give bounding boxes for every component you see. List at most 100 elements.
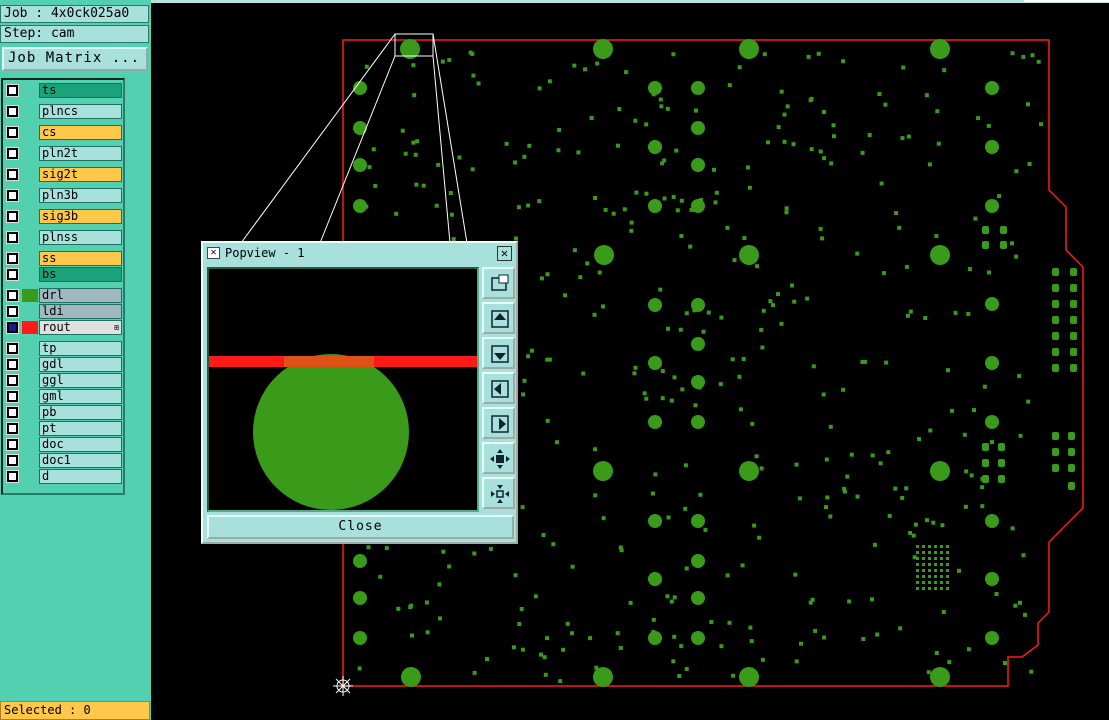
layer-menu-icon[interactable]: ⊞ (114, 323, 119, 332)
via (504, 141, 509, 146)
layer-name-gdl[interactable]: gdl (39, 357, 122, 372)
layer-row-sig3b[interactable]: sig3b (3, 209, 123, 224)
bga-via (928, 575, 931, 578)
layer-checkbox[interactable] (6, 374, 19, 387)
layer-name-tp[interactable]: tp (39, 341, 122, 356)
via (792, 299, 797, 304)
layer-name-pb[interactable]: pb (39, 405, 122, 420)
layer-checkbox[interactable] (6, 84, 19, 97)
layer-checkbox[interactable] (6, 454, 19, 467)
via (1030, 53, 1035, 58)
layer-checkbox[interactable] (6, 105, 19, 118)
layer-checkbox[interactable] (6, 252, 19, 265)
layer-name-drl[interactable]: drl (39, 288, 122, 303)
layer-name-cs[interactable]: cs (39, 125, 122, 140)
layer-checkbox[interactable] (6, 406, 19, 419)
close-icon[interactable]: ✕ (497, 246, 512, 261)
layer-row-drl[interactable]: drl (3, 288, 123, 303)
layer-checkbox[interactable] (6, 305, 19, 318)
layer-row-gdl[interactable]: gdl (3, 357, 123, 372)
layer-row-rout[interactable]: rout ⊞ (3, 320, 123, 335)
via (542, 655, 547, 660)
popview-canvas (209, 354, 477, 510)
layer-row-bs[interactable]: bs (3, 267, 123, 282)
layer-name-pt[interactable]: pt (39, 421, 122, 436)
layer-checkbox[interactable] (6, 358, 19, 371)
via (750, 421, 755, 426)
via (526, 354, 531, 359)
pan-down-button[interactable] (482, 337, 515, 369)
zoom-in-button[interactable] (482, 442, 515, 474)
layer-checkbox[interactable] (6, 168, 19, 181)
layer-checkbox[interactable] (6, 321, 19, 334)
popview-titlebar[interactable]: ✕ Popview - 1 ✕ (205, 245, 514, 262)
via (794, 659, 799, 664)
layer-row-ts[interactable]: ts (3, 83, 123, 98)
pan-left-button[interactable] (482, 372, 515, 404)
layer-row-gml[interactable]: gml (3, 389, 123, 404)
layer-row-plncs[interactable]: plncs (3, 104, 123, 119)
layer-row-pt[interactable]: pt (3, 421, 123, 436)
job-matrix-button[interactable]: Job Matrix ... (2, 47, 148, 71)
pan-right-button[interactable] (482, 407, 515, 439)
layer-name-doc1[interactable]: doc1 (39, 453, 122, 468)
layer-name-pln3b[interactable]: pln3b (39, 188, 122, 203)
layer-name-d[interactable]: d (39, 469, 122, 484)
layer-checkbox[interactable] (6, 210, 19, 223)
via (855, 494, 860, 499)
layer-row-ss[interactable]: ss (3, 251, 123, 266)
bga-via (916, 575, 919, 578)
layer-checkbox[interactable] (6, 390, 19, 403)
layer-checkbox[interactable] (6, 189, 19, 202)
via (578, 275, 583, 280)
layer-name-ldi[interactable]: ldi (39, 304, 122, 319)
via (684, 667, 689, 671)
popview-zoom-view[interactable] (207, 267, 479, 512)
layer-row-tp[interactable]: tp (3, 341, 123, 356)
via (413, 152, 418, 157)
layer-row-doc[interactable]: doc (3, 437, 123, 452)
layer-checkbox[interactable] (6, 470, 19, 483)
layer-row-d[interactable]: d (3, 469, 123, 484)
layer-checkbox[interactable] (6, 289, 19, 302)
layer-row-plnss[interactable]: plnss (3, 230, 123, 245)
layer-checkbox[interactable] (6, 438, 19, 451)
layer-name-sig2t[interactable]: sig2t (39, 167, 122, 182)
layer-checkbox[interactable] (6, 147, 19, 160)
layer-row-cs[interactable]: cs (3, 125, 123, 140)
layer-name-sig3b[interactable]: sig3b (39, 209, 122, 224)
close-button[interactable]: Close (207, 515, 514, 539)
layer-name-ts[interactable]: ts (39, 83, 122, 98)
bga-via (940, 563, 943, 566)
zoom-fit-button[interactable] (482, 267, 515, 299)
layer-name-bs[interactable]: bs (39, 267, 122, 282)
zoom-out-button[interactable] (482, 477, 515, 509)
via-pad (985, 356, 999, 370)
pan-up-button[interactable] (482, 302, 515, 334)
layer-name-pln2t[interactable]: pln2t (39, 146, 122, 161)
layer-row-pln2t[interactable]: pln2t (3, 146, 123, 161)
via (684, 566, 689, 571)
layer-checkbox[interactable] (6, 126, 19, 139)
layer-name-ggl[interactable]: ggl (39, 373, 122, 388)
via (527, 143, 532, 148)
layer-name-rout[interactable]: rout ⊞ (39, 320, 122, 335)
layer-row-sig2t[interactable]: sig2t (3, 167, 123, 182)
layer-row-pln3b[interactable]: pln3b (3, 188, 123, 203)
layer-checkbox[interactable] (6, 231, 19, 244)
layer-name-plncs[interactable]: plncs (39, 104, 122, 119)
connector-pad (1052, 268, 1059, 276)
layer-row-ldi[interactable]: ldi (3, 304, 123, 319)
via (897, 225, 902, 230)
layer-checkbox[interactable] (6, 342, 19, 355)
layer-row-ggl[interactable]: ggl (3, 373, 123, 388)
layer-checkbox[interactable] (6, 268, 19, 281)
layer-checkbox[interactable] (6, 422, 19, 435)
layer-row-doc1[interactable]: doc1 (3, 453, 123, 468)
layer-row-pb[interactable]: pb (3, 405, 123, 420)
layer-name-ss[interactable]: ss (39, 251, 122, 266)
selected-count: Selected : 0 (0, 701, 150, 720)
layer-name-plnss[interactable]: plnss (39, 230, 122, 245)
layer-name-doc[interactable]: doc (39, 437, 122, 452)
layer-name-gml[interactable]: gml (39, 389, 122, 404)
